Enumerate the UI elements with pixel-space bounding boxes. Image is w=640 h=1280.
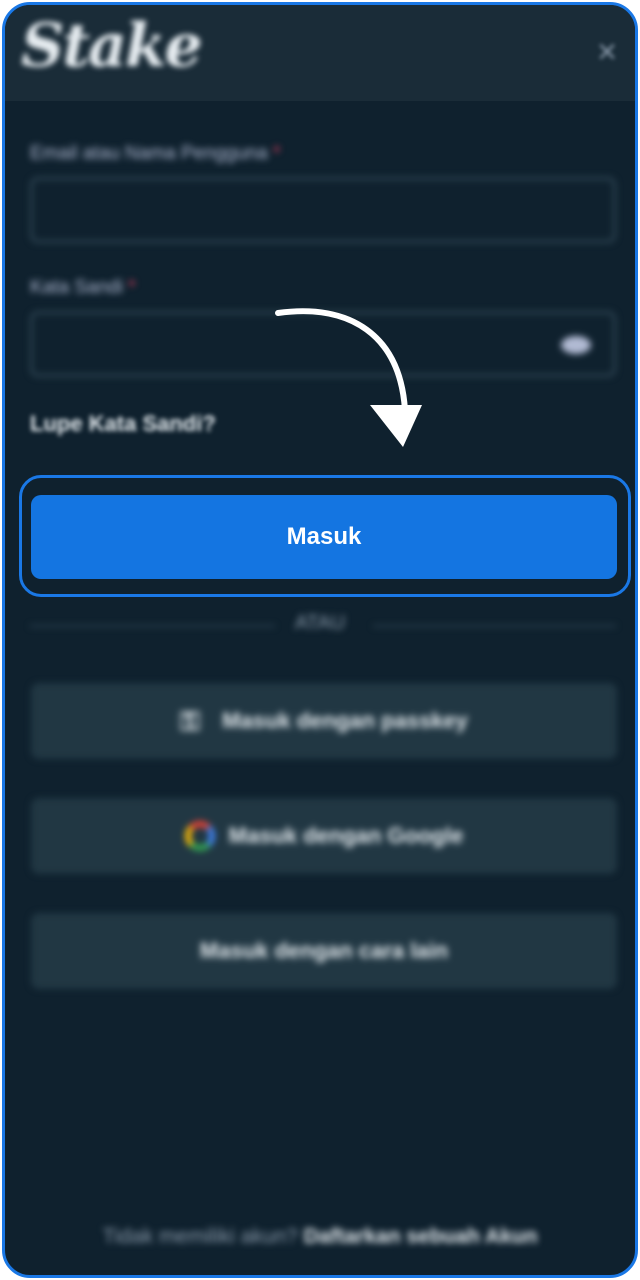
login-button[interactable]: Masuk	[31, 495, 617, 579]
email-label: Email atau Nama Pengguna *	[30, 143, 280, 165]
other-login-button[interactable]: Masuk dengan cara lain	[31, 913, 617, 989]
passkey-login-button[interactable]: ⚿ Masuk dengan passkey	[31, 683, 617, 759]
modal-header: Stake ×	[5, 5, 635, 101]
google-icon	[184, 821, 215, 851]
password-label: Kata Sandi *	[30, 277, 136, 299]
password-label-text: Kata Sandi	[30, 277, 123, 298]
register-prompt: Tidak memiliki akun? Daftarkan sebuah Ak…	[5, 1225, 635, 1249]
email-field[interactable]	[30, 177, 616, 243]
register-prompt-text: Tidak memiliki akun?	[102, 1225, 298, 1248]
email-label-text: Email atau Nama Pengguna	[30, 143, 268, 164]
forgot-password-link[interactable]: Lupe Kata Sandi?	[30, 411, 216, 437]
google-label: Masuk dengan Google	[228, 823, 464, 848]
google-login-button[interactable]: Masuk dengan Google	[31, 798, 617, 874]
required-mark: *	[128, 277, 136, 298]
close-icon[interactable]: ×	[597, 33, 617, 72]
eye-icon[interactable]	[561, 336, 591, 354]
other-login-label: Masuk dengan cara lain	[199, 938, 449, 963]
register-link[interactable]: Daftarkan sebuah Akun	[304, 1225, 538, 1248]
login-modal: Stake × Email atau Nama Pengguna * Kata …	[2, 2, 638, 1278]
required-mark: *	[272, 143, 281, 164]
passkey-icon: ⚿	[180, 706, 200, 736]
stake-logo: Stake	[21, 11, 203, 81]
divider-label: ATAU	[294, 612, 346, 634]
passkey-label: Masuk dengan passkey	[222, 708, 468, 733]
pointer-arrow-icon	[275, 308, 422, 447]
